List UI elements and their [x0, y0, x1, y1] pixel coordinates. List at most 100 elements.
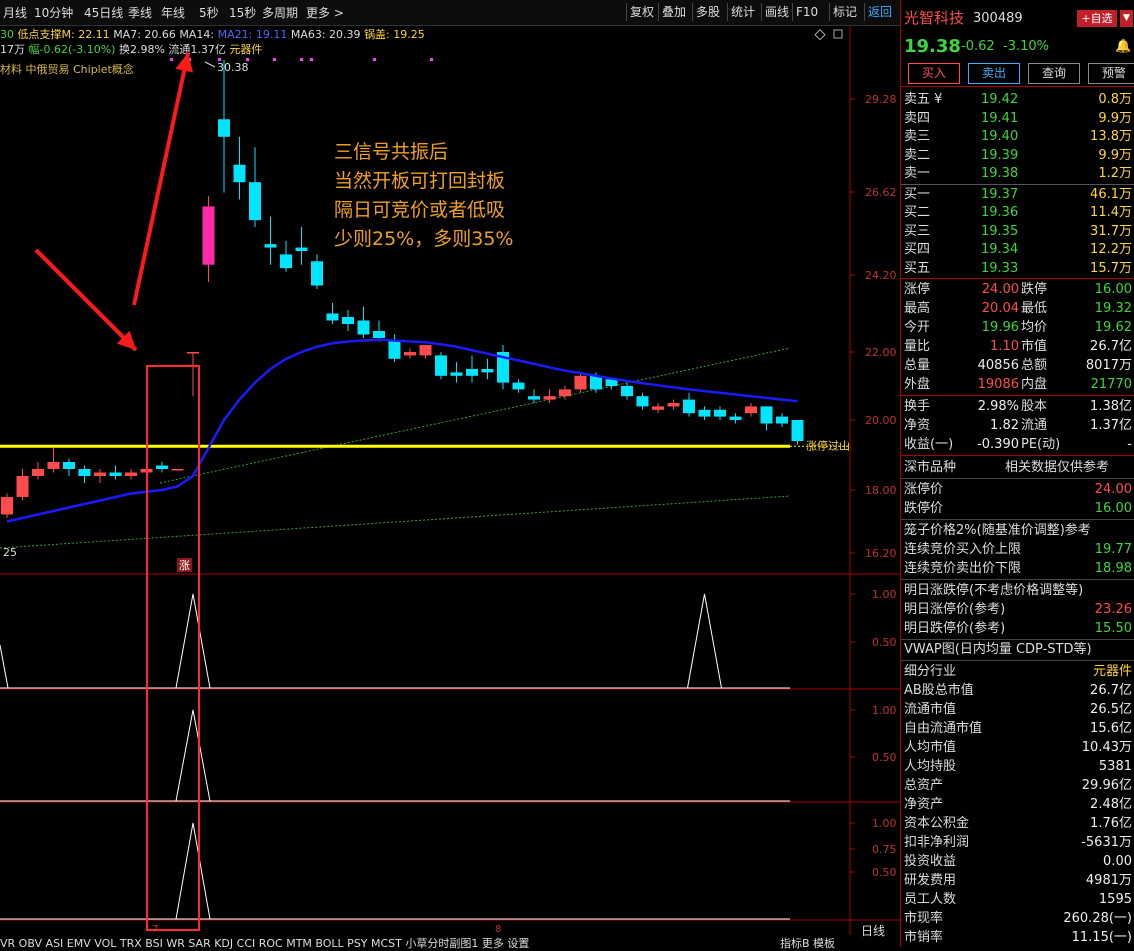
- candle-body: [311, 261, 323, 286]
- candle-body: [1, 497, 13, 515]
- ask-price: 19.42: [981, 92, 1019, 107]
- detail-value: 5381: [1098, 759, 1132, 774]
- ma21-line: [6, 338, 798, 523]
- trade-button-2[interactable]: 查询: [1028, 63, 1080, 84]
- ask-label: 卖四: [904, 110, 931, 126]
- bottom-marker: 8: [495, 924, 501, 935]
- detail-value: 2.48亿: [1090, 797, 1132, 812]
- ind3-tick-label: 1.00: [872, 817, 897, 830]
- ask-volume: 0.8万: [1098, 92, 1132, 107]
- candle-body: [652, 406, 664, 410]
- limit-up-label: 涨停过山: [806, 438, 850, 452]
- detail-row: 员工人数 1595: [901, 890, 1134, 909]
- bid-row: 买五 19.33 15.7万: [901, 259, 1134, 278]
- candle-body: [249, 182, 261, 221]
- quote-row: 外盘 19086 内盘 21770: [901, 375, 1134, 394]
- fin-row: 收益(一) -0.390 PE(动) -: [901, 435, 1134, 454]
- detail-value: 4981万: [1085, 873, 1132, 888]
- diamond-icon: [814, 29, 826, 41]
- trade-button-3[interactable]: 预警: [1088, 63, 1134, 84]
- auction-divider: [901, 579, 1134, 580]
- last-price: 19.38: [904, 36, 961, 57]
- template-tabs[interactable]: 指标B 模板: [780, 935, 835, 951]
- menu-down-icon[interactable]: ▼: [1120, 10, 1133, 27]
- candle-body: [125, 472, 137, 476]
- tomorrow-price-value: 23.26: [1094, 602, 1132, 617]
- auction-value: 19.77: [1094, 542, 1132, 557]
- candle-body: [512, 382, 525, 390]
- detail-label: 流通市值: [904, 702, 957, 717]
- vwap-label: VWAP图(日内均量 CDP-STD等): [904, 642, 1092, 657]
- quote-row: 涨停 24.00 跌停 16.00: [901, 280, 1134, 299]
- candle-body: [776, 416, 788, 424]
- square-icon: [833, 29, 843, 39]
- detail-label: 总资产: [904, 778, 944, 793]
- detail-row: 总资产 29.96亿: [901, 776, 1134, 795]
- quote-label-1: 最高: [904, 301, 931, 316]
- tomorrow-price-row: 明日涨停价(参考) 23.26: [901, 600, 1134, 619]
- ind1-spike: [687, 593, 722, 689]
- candle-body: [559, 389, 571, 397]
- add-watchlist-button[interactable]: +自选: [1077, 10, 1117, 27]
- quote-value-1: 24.00: [981, 282, 1019, 297]
- candle-body: [202, 206, 215, 265]
- ask-row: 卖三 19.40 13.8万: [901, 127, 1134, 146]
- trade-button-1[interactable]: 卖出: [968, 63, 1020, 84]
- candle-body: [264, 244, 277, 248]
- trade-button-0[interactable]: 买入: [908, 63, 960, 84]
- quote-label-2: 内盘: [1021, 377, 1048, 392]
- candle-body: [450, 372, 463, 376]
- price-tick-label: 18.00: [865, 484, 897, 497]
- quote-value-2: 19.62: [1094, 320, 1132, 335]
- period-label[interactable]: 日线: [861, 922, 885, 939]
- candle-body: [187, 352, 199, 354]
- vwap-row[interactable]: VWAP图(日内均量 CDP-STD等): [901, 640, 1134, 659]
- detail-label: 研发费用: [904, 873, 957, 888]
- candle-body: [683, 399, 695, 414]
- ask-label: 卖一: [904, 166, 931, 181]
- support-line: [159, 347, 791, 484]
- candle-body: [528, 396, 540, 400]
- candle-body: [233, 164, 246, 183]
- bell-icon[interactable]: 🔔: [1115, 36, 1131, 58]
- candle-body: [698, 409, 711, 417]
- arrow-pointer-2: [132, 52, 190, 306]
- detail-row: 资本公积金 1.76亿: [901, 814, 1134, 833]
- bid-price: 19.35: [981, 223, 1019, 239]
- candle-body: [388, 341, 401, 359]
- detail-value: 0.00: [1103, 854, 1132, 869]
- ask-price: 19.40: [981, 129, 1019, 144]
- signal-dot: [246, 58, 249, 61]
- candle-body: [729, 416, 742, 420]
- market-divider: [901, 478, 1134, 479]
- detail-row: 人均市值 10.43万: [901, 738, 1134, 757]
- detail-value: 29.96亿: [1081, 778, 1132, 793]
- detail-value: -5631万: [1081, 835, 1132, 850]
- tomorrow-label: 明日涨跌停(不考虑价格调整等): [904, 583, 1084, 598]
- signal-dot: [430, 58, 433, 61]
- detail-value: 1.76亿: [1090, 816, 1132, 831]
- indicator-tab-list[interactable]: VR OBV ASI EMV VOL TRX BSI WR SAR KDJ CC…: [0, 937, 529, 950]
- candle-body: [280, 254, 292, 269]
- detail-row: 研发费用 4981万: [901, 871, 1134, 890]
- ask-label: 卖五 ¥: [904, 92, 943, 107]
- quote-row: 量比 1.10 市值 26.7亿: [901, 337, 1134, 356]
- price-tick-label: 20.00: [865, 414, 897, 427]
- indicator-tabs[interactable]: VR OBV ASI EMV VOL TRX BSI WR SAR KDJ CC…: [0, 935, 900, 950]
- bid-volume: 11.4万: [1090, 205, 1132, 220]
- candle-body: [357, 320, 370, 335]
- candle-body: [543, 396, 556, 400]
- quote-label-1: 总量: [904, 358, 931, 373]
- quote-panel: 光智科技 300489 +自选 ▼ 19.38 -0.62 -3.10% 🔔 买…: [900, 0, 1134, 947]
- fin-label-2: 股本: [1021, 399, 1048, 414]
- bid-label: 买五: [904, 260, 931, 276]
- high-price-label: 30.38: [217, 61, 249, 74]
- candle-body: [109, 472, 122, 476]
- price-pct: -3.10%: [1003, 39, 1049, 54]
- detail-label: 自由流通市值: [904, 721, 983, 736]
- detail-label: 人均持股: [904, 759, 957, 774]
- signal-dot: [273, 58, 276, 61]
- ind1-partial-spike: [0, 644, 9, 689]
- price-row: 19.38 -0.62 -3.10% 🔔: [901, 36, 1134, 58]
- signal-dot: [310, 58, 313, 61]
